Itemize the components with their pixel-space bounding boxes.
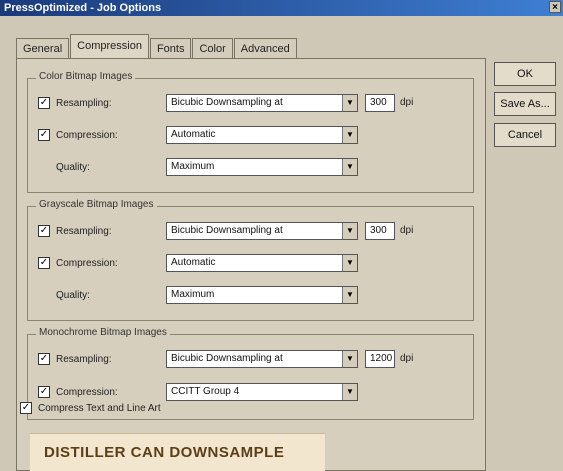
select-value: CCITT Group 4 <box>171 386 240 397</box>
grayscale-compression-checkbox[interactable]: ✓ <box>38 257 50 269</box>
grayscale-quality-select[interactable]: Maximum ▼ <box>166 286 358 304</box>
color-quality-row: Quality: <box>38 157 166 177</box>
cancel-button[interactable]: Cancel <box>494 123 556 147</box>
color-resampling-select[interactable]: Bicubic Downsampling at ▼ <box>166 94 358 112</box>
select-value: Maximum <box>171 161 215 172</box>
color-quality-label: Quality: <box>56 161 90 173</box>
color-compression-checkbox[interactable]: ✓ <box>38 129 50 141</box>
chevron-down-icon[interactable]: ▼ <box>342 255 357 271</box>
color-resampling-checkbox[interactable]: ✓ <box>38 97 50 109</box>
tab-fonts[interactable]: Fonts <box>149 38 192 58</box>
dpi-unit-label: dpi <box>400 353 414 364</box>
tab-advanced[interactable]: Advanced <box>233 38 297 58</box>
mono-compression-select[interactable]: CCITT Group 4 ▼ <box>166 383 358 401</box>
ok-button[interactable]: OK <box>494 62 556 86</box>
chevron-down-icon[interactable]: ▼ <box>342 95 357 111</box>
grayscale-bitmap-group: Grayscale Bitmap Images ✓ Resampling: Bi… <box>27 199 474 321</box>
mono-dpi-input[interactable]: 1200 <box>365 350 395 368</box>
grayscale-compression-select[interactable]: Automatic ▼ <box>166 254 358 272</box>
save-as-button[interactable]: Save As... <box>494 92 556 116</box>
grayscale-quality-row: Quality: <box>38 285 166 305</box>
chevron-down-icon[interactable]: ▼ <box>342 384 357 400</box>
chevron-down-icon[interactable]: ▼ <box>342 287 357 303</box>
dialog-title: PressOptimized - Job Options <box>4 2 162 14</box>
color-quality-select[interactable]: Maximum ▼ <box>166 158 358 176</box>
caption-banner: DISTILLER CAN DOWNSAMPLE IMAGES <box>30 433 325 471</box>
grayscale-quality-label: Quality: <box>56 289 90 301</box>
tab-bar: General Compression Fonts Color Advanced <box>16 34 298 58</box>
tab-general[interactable]: General <box>16 38 70 58</box>
color-dpi-input[interactable]: 300 <box>365 94 395 112</box>
grayscale-resampling-label: Resampling: <box>56 225 112 237</box>
dpi-unit-label: dpi <box>400 97 414 108</box>
compress-text-row: ✓ Compress Text and Line Art <box>20 400 161 416</box>
group-title: Monochrome Bitmap Images <box>36 327 170 338</box>
select-value: Bicubic Downsampling at <box>171 225 283 236</box>
select-value: Maximum <box>171 289 215 300</box>
chevron-down-icon[interactable]: ▼ <box>342 127 357 143</box>
group-title: Grayscale Bitmap Images <box>36 199 157 210</box>
dpi-unit-label: dpi <box>400 225 414 236</box>
chevron-down-icon[interactable]: ▼ <box>342 223 357 239</box>
compress-text-label: Compress Text and Line Art <box>38 402 161 414</box>
grayscale-dpi-input[interactable]: 300 <box>365 222 395 240</box>
mono-resampling-row: ✓ Resampling: <box>38 349 166 369</box>
select-value: Bicubic Downsampling at <box>171 353 283 364</box>
mono-resampling-select[interactable]: Bicubic Downsampling at ▼ <box>166 350 358 368</box>
color-compression-row: ✓ Compression: <box>38 125 166 145</box>
close-icon[interactable]: × <box>549 1 561 13</box>
grayscale-compression-label: Compression: <box>56 257 118 269</box>
color-compression-select[interactable]: Automatic ▼ <box>166 126 358 144</box>
job-options-dialog: PressOptimized - Job Options × General C… <box>0 0 563 471</box>
grayscale-compression-row: ✓ Compression: <box>38 253 166 273</box>
grayscale-resampling-checkbox[interactable]: ✓ <box>38 225 50 237</box>
color-compression-label: Compression: <box>56 129 118 141</box>
mono-resampling-checkbox[interactable]: ✓ <box>38 353 50 365</box>
tab-color[interactable]: Color <box>192 38 233 58</box>
mono-compression-row: ✓ Compression: <box>38 382 166 402</box>
mono-compression-label: Compression: <box>56 386 118 398</box>
color-resampling-row: ✓ Resampling: <box>38 93 166 113</box>
grayscale-resampling-select[interactable]: Bicubic Downsampling at ▼ <box>166 222 358 240</box>
title-bar: PressOptimized - Job Options × <box>0 0 563 16</box>
group-title: Color Bitmap Images <box>36 71 136 82</box>
grayscale-resampling-row: ✓ Resampling: <box>38 221 166 241</box>
compress-text-checkbox[interactable]: ✓ <box>20 402 32 414</box>
select-value: Automatic <box>171 257 216 268</box>
tab-compression[interactable]: Compression <box>70 34 149 58</box>
select-value: Automatic <box>171 129 216 140</box>
color-bitmap-group: Color Bitmap Images ✓ Resampling: Bicubi… <box>27 71 474 193</box>
chevron-down-icon[interactable]: ▼ <box>342 159 357 175</box>
mono-resampling-label: Resampling: <box>56 353 112 365</box>
select-value: Bicubic Downsampling at <box>171 97 283 108</box>
mono-compression-checkbox[interactable]: ✓ <box>38 386 50 398</box>
color-resampling-label: Resampling: <box>56 97 112 109</box>
chevron-down-icon[interactable]: ▼ <box>342 351 357 367</box>
